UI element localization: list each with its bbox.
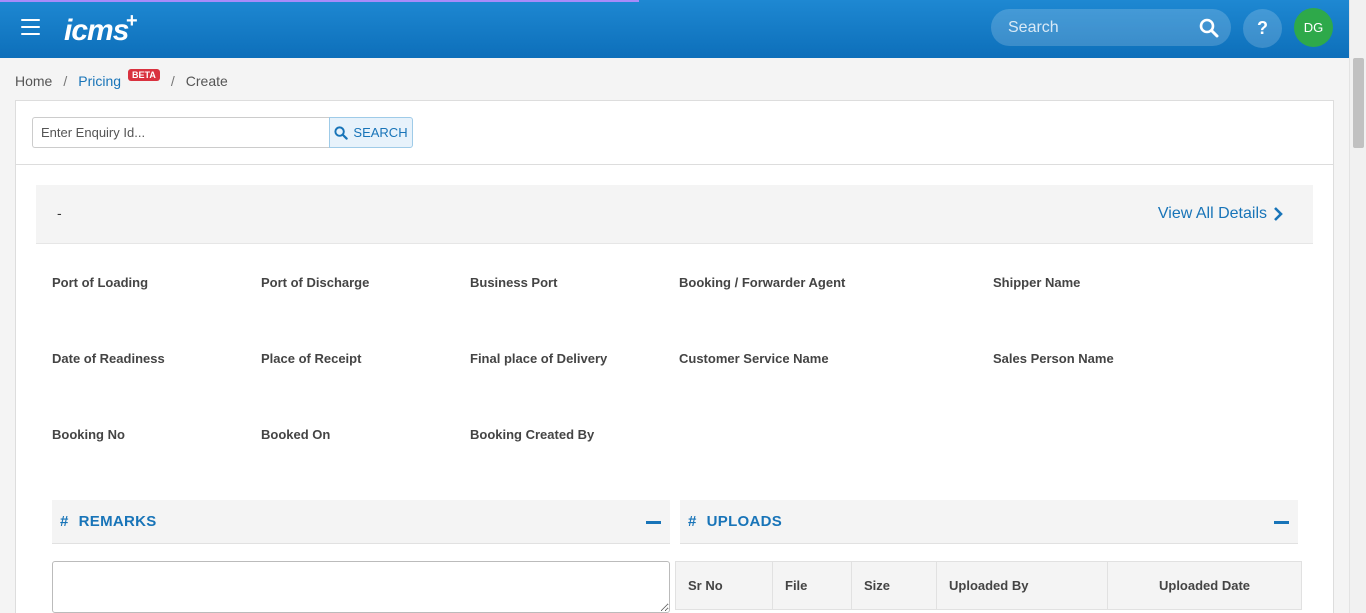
field-booking-no: Booking No (52, 427, 125, 442)
enquiry-search-button[interactable]: SEARCH (329, 117, 413, 148)
field-shipper-name: Shipper Name (993, 275, 1081, 290)
field-port-of-discharge: Port of Discharge (261, 275, 370, 290)
hash-icon: # (688, 513, 697, 530)
hash-icon: # (60, 513, 69, 530)
app-logo[interactable]: icms + (64, 10, 144, 47)
pricing-create-card: SEARCH - View All Details Port of Loadin… (15, 100, 1334, 613)
global-search (991, 9, 1231, 46)
remarks-title: # REMARKS (60, 513, 157, 530)
field-date-of-readiness: Date of Readiness (52, 351, 165, 366)
view-all-details-label: View All Details (1157, 205, 1267, 222)
loading-progress-bar (0, 0, 639, 2)
breadcrumb-separator: / (63, 73, 68, 89)
view-all-details-link[interactable]: View All Details (1158, 205, 1283, 223)
remarks-panel-header: # REMARKS (52, 500, 670, 544)
column-sr-no[interactable]: Sr No (675, 561, 773, 610)
breadcrumb-pricing[interactable]: Pricing (78, 73, 121, 89)
beta-badge: BETA (128, 69, 160, 81)
breadcrumb-home[interactable]: Home (15, 73, 52, 89)
breadcrumb: Home / Pricing BETA / Create (15, 69, 228, 89)
uploads-table-header-row: Sr No File Size Uploaded By Uploaded Dat… (675, 561, 1302, 610)
menu-icon[interactable] (21, 19, 40, 36)
enquiry-summary-band: - View All Details (36, 185, 1313, 244)
scrollbar-thumb[interactable] (1353, 58, 1364, 148)
field-booking-created-by: Booking Created By (470, 427, 595, 442)
collapse-uploads-icon[interactable] (1274, 521, 1289, 524)
uploads-table: Sr No File Size Uploaded By Uploaded Dat… (675, 561, 1302, 610)
collapse-remarks-icon[interactable] (646, 521, 661, 524)
field-sales-person-name: Sales Person Name (993, 351, 1114, 366)
field-booking-forwarder-agent: Booking / Forwarder Agent (679, 275, 846, 290)
uploads-panel-header: # UPLOADS (680, 500, 1298, 544)
enquiry-search-label: SEARCH (353, 125, 408, 140)
search-icon[interactable] (1199, 18, 1219, 38)
remarks-textarea[interactable] (52, 561, 670, 613)
field-business-port: Business Port (470, 275, 558, 290)
field-booked-on: Booked On (261, 427, 331, 442)
global-search-input[interactable] (991, 9, 1191, 46)
column-size[interactable]: Size (851, 561, 937, 610)
uploads-title: # UPLOADS (688, 513, 782, 530)
field-customer-service-name: Customer Service Name (679, 351, 829, 366)
field-place-of-receipt: Place of Receipt (261, 351, 362, 366)
column-file[interactable]: File (772, 561, 852, 610)
search-icon (334, 125, 349, 140)
help-button[interactable]: ? (1243, 9, 1282, 48)
column-uploaded-date[interactable]: Uploaded Date (1107, 561, 1302, 610)
enquiry-search-bar: SEARCH (16, 101, 1333, 165)
enquiry-title: - (57, 205, 62, 221)
page-scrollbar[interactable] (1349, 0, 1366, 613)
top-navbar: icms + ? DG (0, 0, 1349, 58)
field-port-of-loading: Port of Loading (52, 275, 149, 290)
logo-text: icms (64, 14, 129, 47)
breadcrumb-separator: / (170, 73, 175, 89)
chevron-right-icon (1274, 207, 1283, 221)
logo-plus: + (126, 10, 138, 32)
column-uploaded-by[interactable]: Uploaded By (936, 561, 1108, 610)
uploads-title-label: UPLOADS (706, 513, 783, 530)
user-avatar[interactable]: DG (1294, 8, 1333, 47)
field-final-place-of-delivery: Final place of Delivery (470, 351, 608, 366)
remarks-title-label: REMARKS (78, 513, 157, 530)
breadcrumb-create: Create (185, 73, 228, 89)
enquiry-id-input[interactable] (32, 117, 330, 148)
